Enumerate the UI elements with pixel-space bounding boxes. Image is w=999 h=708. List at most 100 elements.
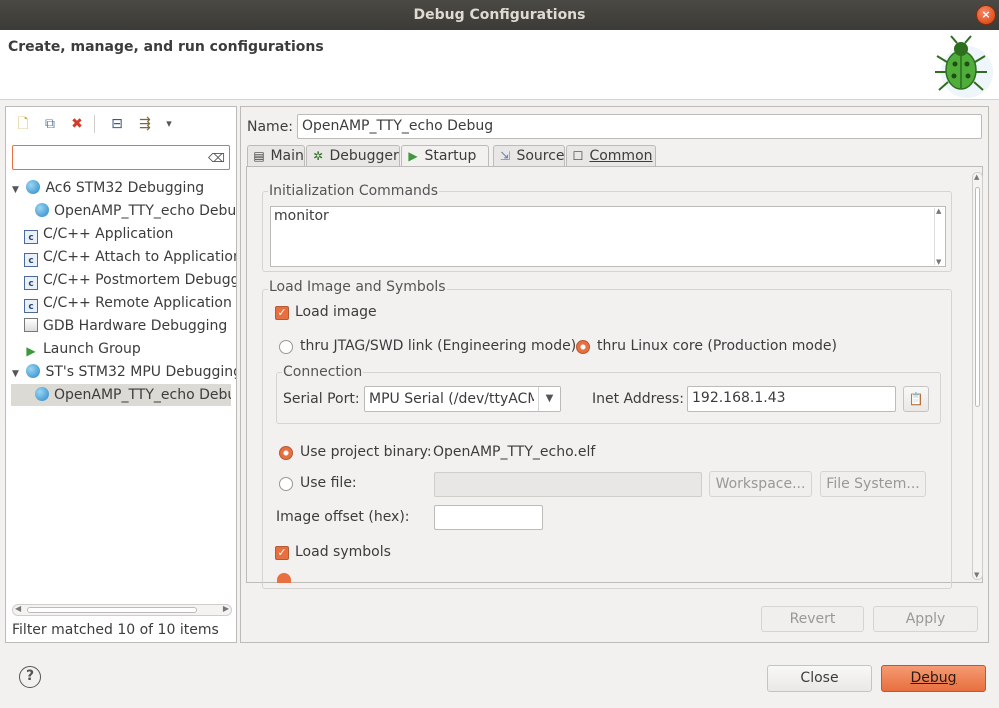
dialog-header: Create, manage, and run configurations (0, 30, 999, 100)
tree-item-cpp-application[interactable]: c C/C++ Application (24, 223, 236, 245)
filter-input[interactable] (16, 147, 206, 168)
tree-item-openamp-mpu[interactable]: OpenAMP_TTY_echo Debug (11, 384, 231, 406)
expand-arrow-icon[interactable]: ▼ (12, 179, 22, 199)
scrollbar-thumb[interactable] (27, 607, 197, 613)
connection-group-title: Connection (282, 364, 364, 380)
filter-icon[interactable]: ⇶ (136, 115, 154, 133)
linux-core-radio-label: thru Linux core (Production mode) (597, 338, 837, 354)
scroll-up-icon[interactable]: ▲ (936, 207, 941, 215)
globe-icon (35, 387, 49, 401)
tab-debugger[interactable]: ✲ Debugger (306, 145, 400, 167)
tree-item-cpp-remote[interactable]: c C/C++ Remote Application (24, 292, 236, 314)
apply-button[interactable]: Apply (873, 606, 978, 632)
load-image-checkbox[interactable]: ✓ (275, 306, 289, 320)
load-symbols-checkbox[interactable]: ✓ (275, 546, 289, 560)
c-file-icon: c (24, 299, 38, 313)
c-file-icon: c (24, 230, 38, 244)
menu-dropdown-icon[interactable]: ▾ (160, 115, 178, 133)
globe-icon (26, 364, 41, 378)
revert-button[interactable]: Revert (761, 606, 864, 632)
filter-field[interactable]: ⌫ (12, 145, 230, 170)
window-close-button[interactable]: × (976, 5, 996, 25)
image-offset-label: Image offset (hex): (276, 509, 410, 525)
tab-source[interactable]: ⇲ Source (493, 145, 565, 167)
use-project-binary-label: Use project binary: (300, 444, 432, 460)
run-icon: ▶ (408, 149, 418, 163)
delete-icon[interactable]: ✖ (68, 115, 86, 133)
linux-core-radio[interactable] (576, 340, 590, 354)
project-binary-value: OpenAMP_TTY_echo.elf (433, 444, 596, 460)
tree-item-cpp-postmortem[interactable]: c C/C++ Postmortem Debugger (24, 269, 236, 291)
tree-item-openamp-ac6[interactable]: OpenAMP_TTY_echo Debug (35, 200, 236, 222)
c-file-icon: c (24, 253, 38, 267)
toolbar-separator (94, 115, 95, 133)
launch-icon: ▶ (26, 344, 36, 358)
serial-port-combo[interactable]: MPU Serial (/dev/ttyACM0) ▼ (364, 386, 561, 412)
load-image-group-title: Load Image and Symbols (268, 279, 447, 295)
initialization-commands-textarea[interactable]: monitor ▲ ▼ (270, 206, 946, 267)
serial-port-label: Serial Port: (283, 391, 360, 407)
image-offset-input[interactable] (434, 505, 543, 530)
tree-item-cpp-attach[interactable]: c C/C++ Attach to Application (24, 246, 236, 268)
clear-filter-icon[interactable]: ⌫ (208, 151, 225, 165)
configuration-name-input[interactable]: OpenAMP_TTY_echo Debug (297, 114, 982, 139)
tab-startup[interactable]: ▶ Startup (401, 145, 489, 168)
use-file-label: Use file: (300, 475, 357, 491)
debug-button[interactable]: Debug (881, 665, 986, 692)
tab-common[interactable]: ☐ Common (566, 145, 656, 167)
clipped-radio (277, 573, 291, 583)
serial-port-value: MPU Serial (/dev/ttyACM0) (369, 391, 534, 407)
configuration-editor-panel: Name: OpenAMP_TTY_echo Debug ▤ Main ✲ De… (240, 106, 989, 643)
name-label: Name: (247, 119, 294, 135)
debug-bug-icon (935, 35, 993, 98)
scroll-right-icon[interactable]: ▶ (223, 604, 229, 613)
scroll-up-icon[interactable]: ▲ (974, 173, 979, 181)
bug-icon: ✲ (312, 149, 324, 163)
use-file-input[interactable] (434, 472, 702, 497)
use-file-radio[interactable] (279, 477, 293, 491)
tab-vertical-scrollbar[interactable]: ▲ ▼ (972, 172, 983, 580)
gdb-icon (24, 318, 38, 332)
tree-item-ac6-stm32[interactable]: ▼ Ac6 STM32 Debugging (12, 177, 236, 199)
use-project-binary-radio[interactable] (279, 446, 293, 460)
inet-address-label: Inet Address: (592, 391, 685, 407)
configuration-list-panel: 🗋 ⧉ ✖ ⊟ ⇶ ▾ ⌫ ▼ Ac6 STM32 Debugging Open… (5, 106, 237, 643)
main-tab-icon: ▤ (253, 149, 265, 163)
scrollbar-thumb[interactable] (975, 187, 980, 407)
file-system-button[interactable]: File System... (820, 471, 926, 497)
load-image-label: Load image (295, 304, 377, 320)
chevron-down-icon[interactable]: ▼ (538, 387, 560, 411)
close-button[interactable]: Close (767, 665, 872, 692)
load-symbols-label: Load symbols (295, 544, 391, 560)
scroll-down-icon[interactable]: ▼ (936, 258, 941, 266)
globe-icon (26, 180, 41, 194)
tree-item-st-stm32-mpu[interactable]: ▼ ST's STM32 MPU Debugging (12, 361, 236, 383)
tab-main[interactable]: ▤ Main (247, 145, 305, 167)
inet-address-input[interactable]: 192.168.1.43 (687, 386, 896, 412)
window-title: Debug Configurations (413, 7, 586, 23)
startup-tab-content: Initialization Commands monitor ▲ ▼ Load… (246, 166, 983, 589)
clipboard-icon[interactable]: 📋 (903, 386, 929, 412)
workspace-button[interactable]: Workspace... (709, 471, 812, 497)
duplicate-icon[interactable]: ⧉ (41, 115, 59, 133)
window-titlebar: Debug Configurations (0, 0, 999, 30)
filter-status-text: Filter matched 10 of 10 items (12, 622, 219, 638)
source-icon: ⇲ (499, 149, 511, 163)
expand-arrow-icon[interactable]: ▼ (12, 363, 22, 383)
help-icon[interactable]: ? (19, 666, 41, 688)
dialog-header-title: Create, manage, and run configurations (8, 39, 324, 55)
new-configuration-icon[interactable]: 🗋 (14, 115, 32, 133)
scroll-left-icon[interactable]: ◀ (15, 604, 21, 613)
tree-item-launch-group[interactable]: ▶ Launch Group (24, 338, 236, 360)
init-commands-text: monitor (274, 208, 329, 224)
tree-horizontal-scrollbar[interactable]: ◀ ▶ (12, 604, 232, 616)
tree-item-gdb-hardware[interactable]: GDB Hardware Debugging (24, 315, 236, 337)
collapse-all-icon[interactable]: ⊟ (108, 115, 126, 133)
textarea-scrollbar[interactable]: ▲ ▼ (934, 207, 944, 266)
c-file-icon: c (24, 276, 38, 290)
common-icon: ☐ (572, 149, 584, 163)
jtag-radio[interactable] (279, 340, 293, 354)
initialization-commands-title: Initialization Commands (268, 183, 440, 199)
jtag-radio-label: thru JTAG/SWD link (Engineering mode) (300, 338, 577, 354)
scroll-down-icon[interactable]: ▼ (974, 571, 979, 579)
